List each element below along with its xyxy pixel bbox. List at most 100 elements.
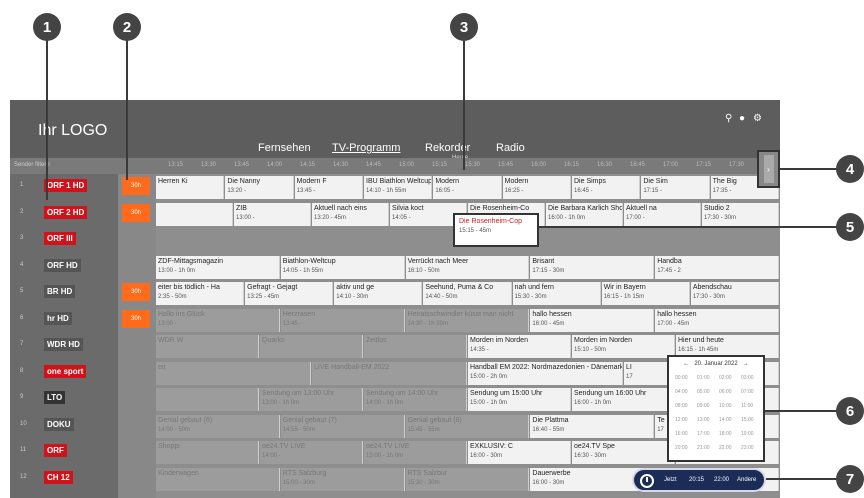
calendar-time-slot[interactable]: 19:00 — [741, 431, 754, 437]
program-cell[interactable]: oe24.TV LIVE 14:00 - — [260, 441, 363, 464]
program-cell[interactable]: Modern F 13:45 - — [294, 176, 363, 199]
program-cell[interactable]: hallo hessen 16:00 - 45m — [530, 308, 655, 332]
nav-fernsehen[interactable]: Fernsehen — [258, 142, 311, 154]
program-cell[interactable]: Modern 16:25 - — [502, 176, 571, 199]
program-cell[interactable]: LIVE Handball-EM 2022 — [312, 361, 467, 385]
program-cell[interactable]: hallo hessen 17:00 - 45m — [655, 308, 779, 332]
program-cell[interactable]: Hallo ins Glück 13:00 - — [156, 308, 280, 332]
program-cell[interactable]: Genial gebaut (6) 14:00 - 50m — [156, 414, 280, 438]
calendar-time-slot[interactable]: 02:00 — [719, 375, 732, 381]
program-cell[interactable]: Wir in Bayern 16:15 - 1h 15m — [601, 282, 690, 305]
program-cell[interactable]: eiter bis tödlich - Ha 2:35 - 50m — [156, 282, 245, 305]
calendar-prev-icon[interactable]: ← — [683, 361, 689, 367]
program-cell[interactable]: Verrückt nach Meer 16:10 - 50m — [405, 255, 530, 279]
calendar-time-slot[interactable]: 08:00 — [675, 403, 688, 409]
program-cell[interactable]: Heiratsschwindler küsst man nicht 14:30 -… — [405, 308, 530, 332]
highlighted-program[interactable]: Die Rosenheim-Cop 15:15 - 45m — [453, 213, 539, 247]
program-cell[interactable]: Genial gebaut (7) 14:55 - 50m — [280, 414, 405, 438]
program-cell[interactable]: Gefragt - Gejagt 13:25 - 45m — [245, 282, 334, 305]
program-cell[interactable]: Handba 17:45 - 2 — [655, 255, 779, 279]
channel-row[interactable]: 3 ORF III — [10, 227, 118, 251]
program-cell[interactable]: Die Plattma 16:40 - 55m — [530, 414, 655, 438]
program-cell[interactable]: ZIB 13:00 - — [234, 202, 311, 226]
program-cell[interactable]: oe24.TV LIVE 15:00 - 1h 0m — [364, 441, 467, 464]
calendar-time-slot[interactable]: 22:00 — [719, 445, 732, 451]
program-cell[interactable]: Brisant 17:15 - 30m — [530, 255, 655, 279]
program-cell[interactable]: Seehund, Puma & Co 14:40 - 50m — [423, 282, 512, 305]
program-cell[interactable]: Shoppi — [156, 441, 259, 464]
calendar-time-slot[interactable]: 11:00 — [741, 403, 753, 409]
program-cell[interactable]: Herzrasen 13:45 - — [280, 308, 405, 332]
calendar-time-slot[interactable]: 14:00 — [719, 417, 732, 423]
channel-row[interactable]: 11 ORF — [10, 439, 118, 463]
calendar-time-slot[interactable]: 17:00 — [697, 431, 710, 437]
program-cell[interactable]: Biathlon-Weltcup 14:05 - 1h 55m — [280, 255, 405, 279]
program-cell[interactable]: Zeitlos — [364, 335, 467, 358]
nav-tv-programm[interactable]: TV-Programm — [332, 142, 400, 154]
time-2015-button[interactable]: 20:15 — [689, 477, 704, 483]
now-button[interactable]: Jetzt — [664, 477, 677, 483]
program-cell[interactable]: Sendung um 15:00 Uhr 15:00 - 1h 0m — [468, 388, 571, 411]
calendar-time-slot[interactable]: 18:00 — [719, 431, 732, 437]
program-cell[interactable]: Herren Ki — [156, 176, 225, 199]
calendar-time-slot[interactable]: 23:00 — [741, 445, 754, 451]
program-cell[interactable]: Abendschau 17:30 - 30m — [690, 282, 779, 305]
program-cell[interactable]: Aktuell na 17:00 - — [624, 202, 701, 226]
channel-row[interactable]: 4 ORF HD — [10, 254, 118, 278]
program-cell[interactable]: Kinderwagen — [156, 467, 280, 491]
program-cell[interactable]: Sendung um 13:00 Uhr 13:00 - 1h 0m — [260, 388, 363, 411]
calendar-time-slot[interactable]: 12:00 — [675, 417, 688, 423]
calendar-time-slot[interactable]: 03:00 — [741, 375, 754, 381]
program-cell[interactable]: nah und fern 15:30 - 30m — [512, 282, 601, 305]
search-icon[interactable]: ⚲ — [725, 113, 732, 124]
program-cell[interactable]: Handball EM 2022: Nordmazedonien - Dänem… — [468, 361, 623, 385]
program-cell[interactable]: Modern 16:05 - — [433, 176, 502, 199]
calendar-time-slot[interactable]: 20:00 — [675, 445, 688, 451]
gear-icon[interactable]: ⚙ — [753, 113, 762, 124]
program-cell[interactable]: Morden im Norden 15:10 - 50m — [572, 335, 675, 358]
calendar-time-slot[interactable]: 07:00 — [741, 389, 754, 395]
calendar-time-slot[interactable]: 05:00 — [697, 389, 710, 395]
calendar-time-slot[interactable]: 13:00 — [697, 417, 710, 423]
program-cell[interactable] — [156, 388, 259, 411]
program-cell[interactable]: eit — [156, 361, 311, 385]
calendar-time-slot[interactable]: 16:00 — [675, 431, 688, 437]
program-cell[interactable]: Sendung um 14:00 Uhr 14:00 - 1h 0m — [364, 388, 467, 411]
calendar-time-slot[interactable]: 15:00 — [741, 417, 754, 423]
program-cell[interactable]: Die Sim 17:15 - — [641, 176, 710, 199]
program-cell[interactable]: Studio 2 17:30 - 30m — [702, 202, 779, 226]
channel-row[interactable]: 1 ORF 1 HD — [10, 174, 118, 198]
program-cell[interactable]: Die Simps 16:45 - — [572, 176, 641, 199]
calendar-time-slot[interactable]: 06:00 — [719, 389, 732, 395]
program-cell[interactable]: Genial gebaut (8) 15:45 - 55m — [405, 414, 530, 438]
channel-row[interactable]: 7 WDR HD — [10, 333, 118, 357]
channel-filter[interactable]: Sender filtern — [14, 162, 50, 168]
calendar-next-icon[interactable]: → — [743, 361, 749, 367]
program-cell[interactable]: RTS Salzburg 15:00 - 30m — [280, 467, 405, 491]
channel-row[interactable]: 5 BR HD — [10, 280, 118, 304]
timeshift-badge[interactable]: 30h — [122, 283, 150, 301]
program-cell[interactable]: IBU Biathlon Weltcup Antersel 14:10 - 1h … — [364, 176, 433, 199]
program-cell[interactable]: Die Nanny 13:20 - — [225, 176, 294, 199]
channel-row[interactable]: 9 LTO — [10, 386, 118, 410]
calendar-time-slot[interactable]: 00:00 — [675, 375, 688, 381]
calendar-time-slot[interactable]: 21:00 — [697, 445, 710, 451]
program-cell[interactable]: EXKLUSIV: C 16:00 - 30m — [468, 441, 571, 464]
calendar-time-slot[interactable]: 10:00 — [719, 403, 732, 409]
other-time-button[interactable]: Andere — [737, 477, 756, 483]
timeshift-badge[interactable]: 30h — [122, 309, 150, 328]
program-cell[interactable]: aktiv und ge 14:10 - 30m — [334, 282, 423, 305]
channel-row[interactable]: 8 one sport — [10, 360, 118, 384]
program-cell[interactable]: Die Barbara Karlich Show - 16:00 - 1h 0m — [546, 202, 623, 226]
program-cell[interactable]: Sendung um 16:00 Uhr 16:00 - 1h 0m — [572, 388, 675, 411]
nav-radio[interactable]: Radio — [496, 142, 525, 154]
user-icon[interactable]: ● — [739, 113, 745, 124]
channel-row[interactable]: 12 CH 12 — [10, 466, 118, 490]
program-cell[interactable]: Morden im Norden 14:35 - — [468, 335, 571, 358]
channel-row[interactable]: 2 ORF 2 HD — [10, 201, 118, 225]
program-cell[interactable]: RTS Salzbur 15:30 - 30m — [405, 467, 530, 491]
date-time-picker[interactable]: ← 20. Januar 2022 → 00:00 01:00 02:00 03:00… — [667, 355, 765, 462]
channel-row[interactable]: 6 hr HD — [10, 307, 118, 331]
scroll-right-button[interactable]: › — [757, 150, 780, 188]
calendar-time-slot[interactable]: 09:00 — [697, 403, 710, 409]
